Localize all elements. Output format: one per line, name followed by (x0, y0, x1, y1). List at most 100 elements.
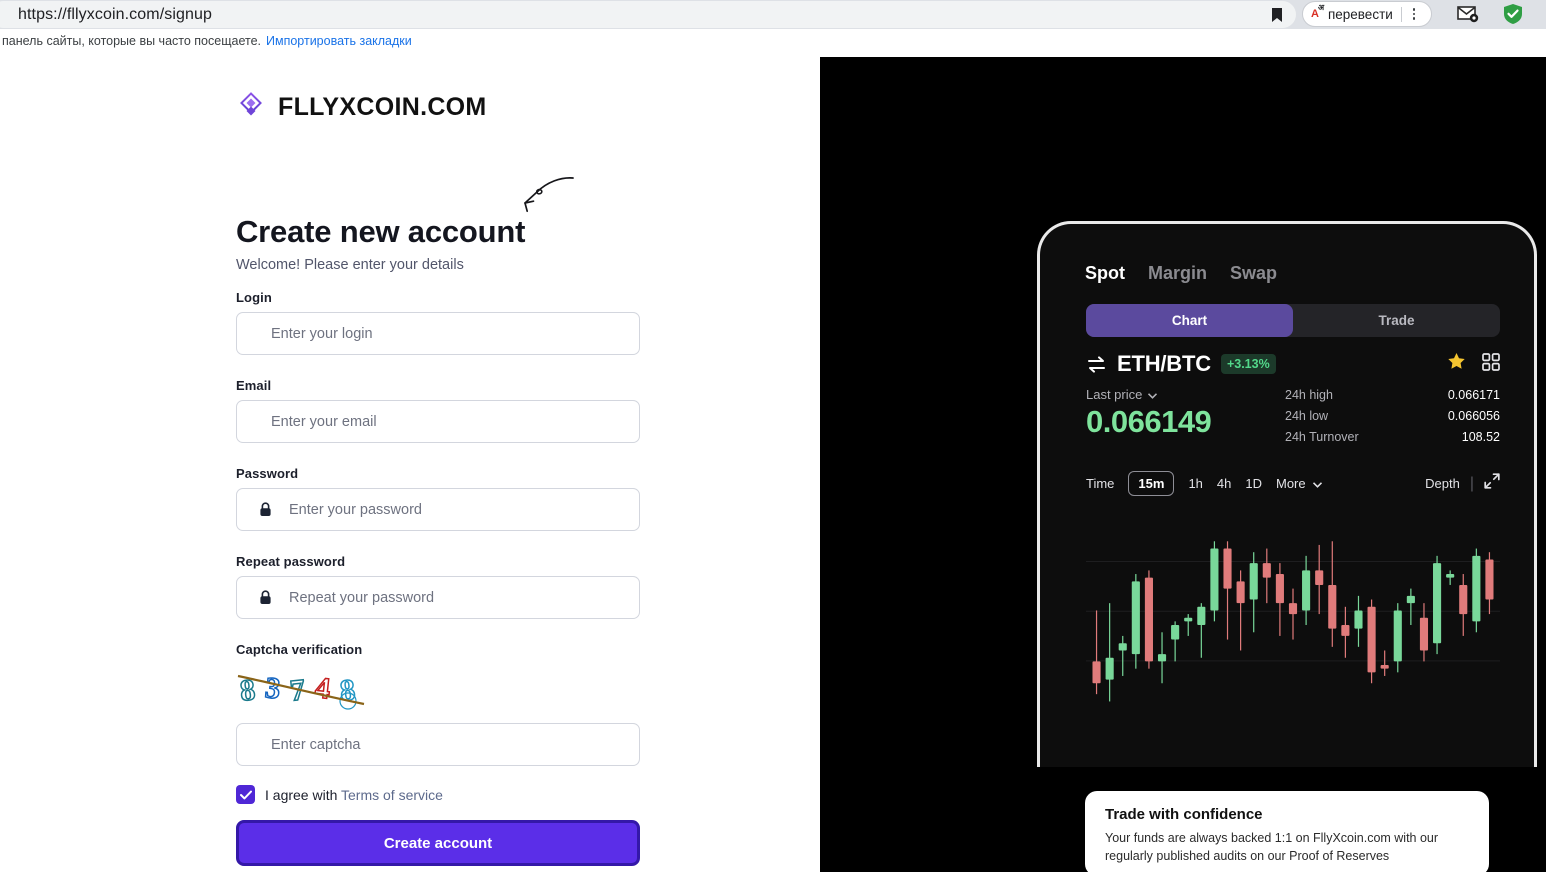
diamond-logo-icon (236, 92, 266, 122)
address-bar[interactable]: https://fllyxcoin.com/signup (0, 1, 1296, 28)
field-password: Password Enter your password (236, 466, 640, 531)
phone-mockup: Spot Margin Swap Chart Trade ETH/BTC +3.… (1037, 221, 1537, 767)
terms-label: I agree with Terms of service (265, 787, 443, 803)
stat-key: 24h low (1285, 409, 1329, 423)
page-content: FLLYXCOIN.COM Create new account Welcome… (0, 53, 1546, 876)
address-bar-url: https://fllyxcoin.com/signup (18, 5, 212, 23)
chevron-down-icon (1148, 387, 1158, 402)
promo-card: Trade with confidence Your funds are alw… (1085, 791, 1489, 876)
timeframe-4h[interactable]: 4h (1217, 476, 1231, 491)
svg-text:4: 4 (313, 671, 331, 705)
label-email: Email (236, 378, 272, 393)
login-placeholder: Enter your login (271, 325, 373, 342)
label-password: Password (236, 466, 299, 481)
brand-name: FLLYXCOIN.COM (278, 92, 487, 121)
view-mode-switch: Chart Trade (1086, 304, 1500, 337)
label-login: Login (236, 290, 272, 305)
timeframe-time[interactable]: Time (1086, 476, 1114, 491)
last-price-label: Last price (1086, 387, 1143, 402)
captcha-image: 83748 (236, 666, 366, 710)
chevron-down-icon (1309, 476, 1323, 491)
depth-button[interactable]: Depth (1425, 476, 1460, 491)
import-bookmarks-link[interactable]: Импортировать закладки (266, 34, 412, 48)
timeframe-more[interactable]: More (1276, 476, 1323, 491)
svg-text:3: 3 (263, 671, 281, 705)
promo-body: Your funds are always backed 1:1 on Flly… (1105, 831, 1439, 864)
email-input[interactable]: Enter your email (236, 400, 640, 443)
divider (1400, 6, 1402, 22)
browser-toolbar: https://fllyxcoin.com/signup Aअ перевест… (0, 0, 1546, 29)
divider: | (1469, 474, 1474, 492)
create-account-button[interactable]: Create account (236, 820, 640, 866)
brand-logo[interactable]: FLLYXCOIN.COM (236, 92, 487, 122)
captcha-input[interactable]: Enter captcha (236, 723, 640, 766)
field-captcha: Enter captcha (236, 723, 640, 766)
timeframe-1h[interactable]: 1h (1188, 476, 1202, 491)
stat-24h-high: 24h high 0.066171 (1285, 388, 1500, 402)
tab-swap[interactable]: Swap (1230, 263, 1277, 284)
fullscreen-icon[interactable] (1484, 473, 1500, 494)
page-title: Create new account (236, 214, 526, 249)
bookmarks-bar-hint: панель сайты, которые вы часто посещаете… (2, 34, 261, 48)
stat-24h-low: 24h low 0.066056 (1285, 409, 1500, 423)
email-placeholder: Enter your email (271, 413, 377, 430)
stat-value: 108.52 (1461, 430, 1500, 444)
tab-spot[interactable]: Spot (1085, 263, 1125, 284)
last-price-label-row[interactable]: Last price (1086, 387, 1211, 402)
app-preview-panel: Spot Margin Swap Chart Trade ETH/BTC +3.… (820, 57, 1546, 876)
swap-arrows-icon[interactable] (1086, 355, 1107, 373)
market-type-tabs: Spot Margin Swap (1085, 263, 1277, 284)
timeframe-15m[interactable]: 15m (1128, 471, 1175, 496)
password-placeholder: Enter your password (289, 501, 422, 518)
translate-icon: Aअ (1311, 2, 1325, 20)
promo-title: Trade with confidence (1105, 806, 1263, 823)
field-captcha-label: Captcha verification (236, 642, 640, 664)
field-repeat-password: Repeat password Repeat your password (236, 554, 640, 619)
label-repeat-password: Repeat password (236, 554, 346, 569)
stat-key: 24h high (1285, 388, 1333, 402)
label-captcha: Captcha verification (236, 642, 363, 657)
browser-chrome: https://fllyxcoin.com/signup Aअ перевест… (0, 0, 1546, 54)
chart-tools: Depth | (1425, 473, 1500, 494)
mail-extension-icon[interactable] (1455, 2, 1481, 26)
ticker-actions (1447, 352, 1500, 376)
stat-value: 0.066171 (1447, 388, 1500, 402)
page-subtitle: Welcome! Please enter your details (236, 257, 464, 273)
translate-label: перевести (1327, 6, 1393, 22)
price-change-badge: +3.13% (1220, 354, 1276, 374)
candlestick-chart[interactable] (1086, 514, 1500, 730)
repeat-password-input[interactable]: Repeat your password (236, 576, 640, 619)
terms-of-service-link[interactable]: Terms of service (341, 787, 443, 803)
timeframe-more-label: More (1276, 476, 1306, 491)
lock-icon (255, 590, 275, 605)
timeframe-bar: Time 15m 1h 4h 1D More Depth | (1086, 471, 1500, 496)
translate-button[interactable]: Aअ перевести (1302, 1, 1432, 27)
terms-checkbox[interactable] (236, 785, 255, 804)
terms-prefix: I agree with (265, 786, 342, 803)
field-login: Login Enter your login (236, 290, 640, 355)
captcha-placeholder: Enter captcha (271, 736, 361, 753)
last-price-block: Last price 0.066149 (1086, 387, 1212, 440)
stat-24h-turnover: 24h Turnover 108.52 (1285, 430, 1500, 444)
grid-layout-icon[interactable] (1482, 352, 1500, 376)
bookmark-star-icon[interactable] (1267, 5, 1286, 24)
bookmarks-bar: панель сайты, которые вы часто посещаете… (0, 29, 1546, 54)
signup-panel: FLLYXCOIN.COM Create new account Welcome… (0, 53, 820, 872)
market-stats: 24h high 0.066171 24h low 0.066056 24h T… (1285, 388, 1500, 451)
ticker-header: ETH/BTC +3.13% (1086, 351, 1500, 377)
stat-value: 0.066056 (1447, 409, 1500, 423)
terms-row: I agree with Terms of service (236, 785, 443, 804)
password-input[interactable]: Enter your password (236, 488, 640, 531)
adguard-shield-icon[interactable] (1500, 2, 1526, 26)
more-options-icon[interactable] (1406, 8, 1422, 20)
favorite-star-icon[interactable] (1447, 352, 1466, 376)
mode-trade[interactable]: Trade (1293, 304, 1500, 337)
field-email: Email Enter your email (236, 378, 640, 443)
login-input[interactable]: Enter your login (236, 312, 640, 355)
timeframe-1d[interactable]: 1D (1245, 476, 1262, 491)
mode-chart[interactable]: Chart (1086, 304, 1293, 337)
screenshot-root: https://fllyxcoin.com/signup Aअ перевест… (0, 0, 1546, 876)
tab-margin[interactable]: Margin (1148, 263, 1207, 284)
lock-icon (255, 502, 275, 517)
stat-key: 24h Turnover (1285, 430, 1359, 444)
